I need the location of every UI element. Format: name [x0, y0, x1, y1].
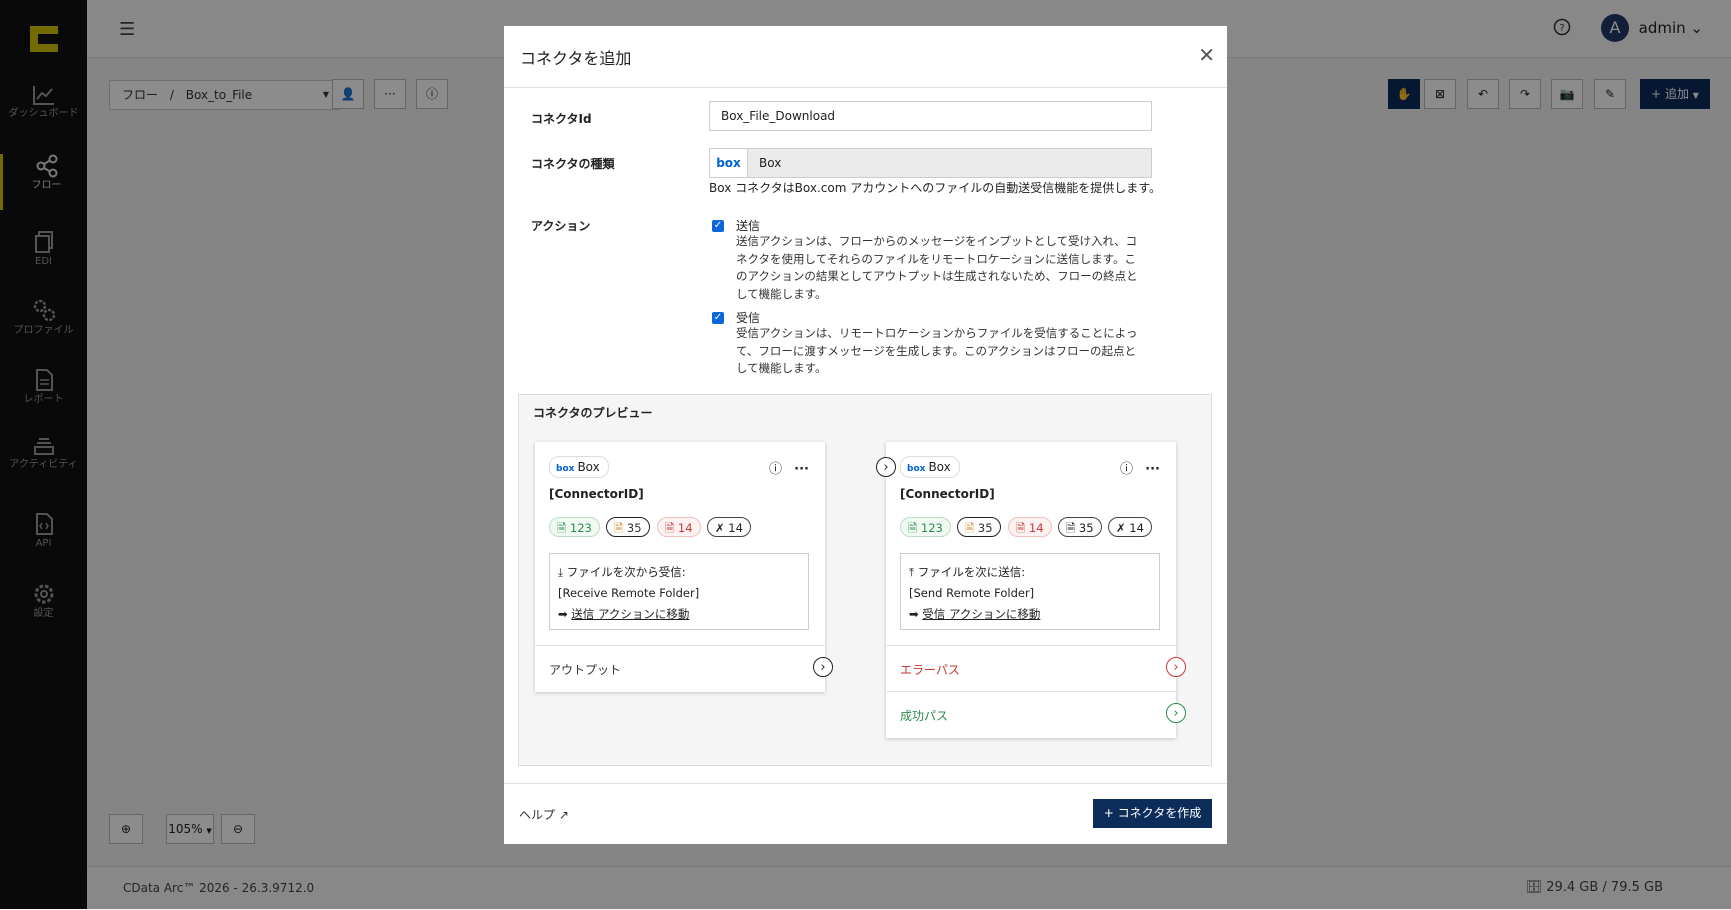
- receive-checkbox[interactable]: ✓: [712, 312, 724, 324]
- output-connector-arrow-icon[interactable]: ›: [813, 657, 833, 677]
- badge-skipped: ✗ 14: [707, 517, 751, 537]
- connector-id-input[interactable]: Box_File_Download: [709, 101, 1152, 131]
- input-connector-arrow-icon[interactable]: ›: [876, 457, 896, 477]
- description-line: て、フローに渡すメッセージを生成します。このアクションはフローの起点と: [736, 343, 1136, 358]
- folder-info: ⤓ ファイルを次から受信: [Receive Remote Folder] ➡ …: [549, 553, 809, 630]
- add-connector-dialog: コネクタを追加 ✕ コネクタId Box_File_Download コネクタの…: [504, 26, 1227, 844]
- arrow-right-icon: ➡: [558, 607, 568, 621]
- badge-count: 14: [677, 521, 693, 535]
- file-x-icon: ✗: [1116, 521, 1126, 535]
- info-icon[interactable]: ⓘ: [1120, 462, 1133, 477]
- dialog-title: コネクタを追加: [520, 49, 632, 68]
- badge-count: 123: [920, 521, 943, 535]
- file-error-icon: 🗎: [1016, 521, 1026, 535]
- connector-type-description: Box コネクタはBox.com アカウントへのファイルの自動送受信機能を提供し…: [709, 181, 1162, 195]
- badge-count: 14: [1129, 521, 1144, 535]
- download-icon: ⤓: [558, 565, 564, 579]
- error-path-row[interactable]: エラーパス: [886, 645, 1176, 691]
- badge-count: 14: [1028, 521, 1044, 535]
- badge-skipped: ✗ 14: [1108, 517, 1152, 537]
- error-path-arrow-icon[interactable]: ›: [1166, 657, 1186, 677]
- send-action-description: 送信アクションは、フローからのメッセージをインプットとして受け入れ、コ ネクタを…: [736, 233, 1156, 303]
- chip-label: Box: [577, 460, 600, 474]
- description-line: して機能します。: [736, 286, 827, 301]
- connector-id-label: コネクタId: [531, 112, 592, 126]
- file-check-icon: 🗎: [557, 521, 567, 535]
- receive-connector-card[interactable]: box Box ⓘ ··· [ConnectorID] 🗎 123 🗎 35 🗎 …: [535, 442, 825, 692]
- info-icon[interactable]: ⓘ: [769, 462, 782, 477]
- description-line: 受信アクションは、リモートロケーションからファイルを受信することによっ: [736, 326, 1138, 340]
- file-icon: 🗎: [1066, 521, 1076, 535]
- badge-error: 🗎 14: [657, 517, 701, 537]
- connector-chip: box Box: [549, 456, 609, 478]
- badge-sent: 🗎 35: [1058, 517, 1102, 537]
- receive-action-title: 受信: [736, 311, 761, 325]
- box-logo-icon: box: [710, 149, 748, 177]
- info-folder: [Receive Remote Folder]: [558, 586, 700, 600]
- ellipsis-icon[interactable]: ···: [794, 462, 809, 477]
- connector-id-placeholder: [ConnectorID]: [549, 487, 644, 501]
- success-path-label: 成功パス: [900, 709, 949, 723]
- badge-success: 🗎 123: [549, 517, 600, 537]
- ellipsis-icon[interactable]: ···: [1145, 462, 1160, 477]
- output-label: アウトプット: [549, 663, 622, 677]
- description-line: 送信アクションは、フローからのメッセージをインプットとして受け入れ、コ: [736, 234, 1138, 248]
- badge-count: 123: [569, 521, 592, 535]
- description-line: ネクタを使用してそれらのファイルをリモートロケーションに送信します。こ: [736, 251, 1136, 266]
- badge-count: 14: [728, 521, 743, 535]
- info-title: ファイルを次から受信:: [566, 565, 686, 579]
- connector-id-placeholder: [ConnectorID]: [900, 487, 995, 501]
- chip-label: Box: [928, 460, 951, 474]
- file-clock-icon: 🗎: [614, 521, 624, 535]
- badge-count: 35: [626, 521, 642, 535]
- close-icon[interactable]: ✕: [1198, 43, 1215, 67]
- file-x-icon: ✗: [715, 521, 725, 535]
- success-path-row[interactable]: 成功パス: [886, 691, 1176, 737]
- plus-icon: +: [1103, 806, 1114, 820]
- connector-type-value: Box: [759, 156, 782, 170]
- divider: [504, 783, 1227, 784]
- send-connector-card[interactable]: box Box ⓘ ··· [ConnectorID] 🗎 123 🗎 35 🗎 …: [886, 442, 1176, 738]
- connector-type-select[interactable]: box Box: [709, 148, 1152, 178]
- folder-info: ⤒ ファイルを次に送信: [Send Remote Folder] ➡ 受信 ア…: [900, 553, 1160, 630]
- goto-send-action-link[interactable]: 送信 アクションに移動: [571, 607, 689, 621]
- box-logo-icon: box: [556, 464, 575, 474]
- help-label: ヘルプ: [519, 808, 556, 822]
- file-error-icon: 🗎: [665, 521, 675, 535]
- description-line: のアクションの結果としてアウトプットは生成されないため、フローの終点と: [736, 269, 1138, 283]
- send-action-title: 送信: [736, 219, 761, 233]
- connector-type-label: コネクタの種類: [531, 157, 615, 171]
- receive-action-description: 受信アクションは、リモートロケーションからファイルを受信することによっ て、フロ…: [736, 325, 1156, 378]
- badge-pending: 🗎 35: [606, 517, 650, 537]
- create-connector-button[interactable]: + コネクタを作成: [1093, 799, 1212, 828]
- send-checkbox[interactable]: ✓: [712, 220, 724, 232]
- output-path-row[interactable]: アウトプット: [535, 645, 825, 691]
- success-path-arrow-icon[interactable]: ›: [1166, 703, 1186, 723]
- upload-icon: ⤒: [909, 565, 915, 579]
- arrow-right-icon: ➡: [909, 607, 919, 621]
- card-actions: ⓘ ···: [1120, 458, 1160, 477]
- info-folder: [Send Remote Folder]: [909, 586, 1035, 600]
- connector-chip: box Box: [900, 456, 960, 478]
- file-check-icon: 🗎: [908, 521, 918, 535]
- badge-success: 🗎 123: [900, 517, 951, 537]
- divider: [504, 87, 1227, 88]
- badge-pending: 🗎 35: [957, 517, 1001, 537]
- create-connector-label: コネクタを作成: [1117, 806, 1202, 820]
- badge-count: 35: [977, 521, 993, 535]
- goto-receive-action-link[interactable]: 受信 アクションに移動: [922, 607, 1040, 621]
- help-link[interactable]: ヘルプ ↗: [519, 806, 569, 823]
- description-line: して機能します。: [736, 361, 827, 375]
- file-clock-icon: 🗎: [965, 521, 975, 535]
- connector-preview: コネクタのプレビュー box Box ⓘ ··· [ConnectorID] 🗎 …: [518, 394, 1212, 766]
- preview-title: コネクタのプレビュー: [533, 406, 653, 420]
- card-actions: ⓘ ···: [769, 458, 809, 477]
- badge-count: 35: [1078, 521, 1094, 535]
- info-title: ファイルを次に送信:: [917, 565, 1026, 579]
- box-logo-icon: box: [907, 464, 926, 474]
- error-path-label: エラーパス: [900, 663, 960, 677]
- badge-error: 🗎 14: [1008, 517, 1052, 537]
- external-link-icon: ↗: [558, 808, 569, 822]
- actions-label: アクション: [531, 219, 591, 233]
